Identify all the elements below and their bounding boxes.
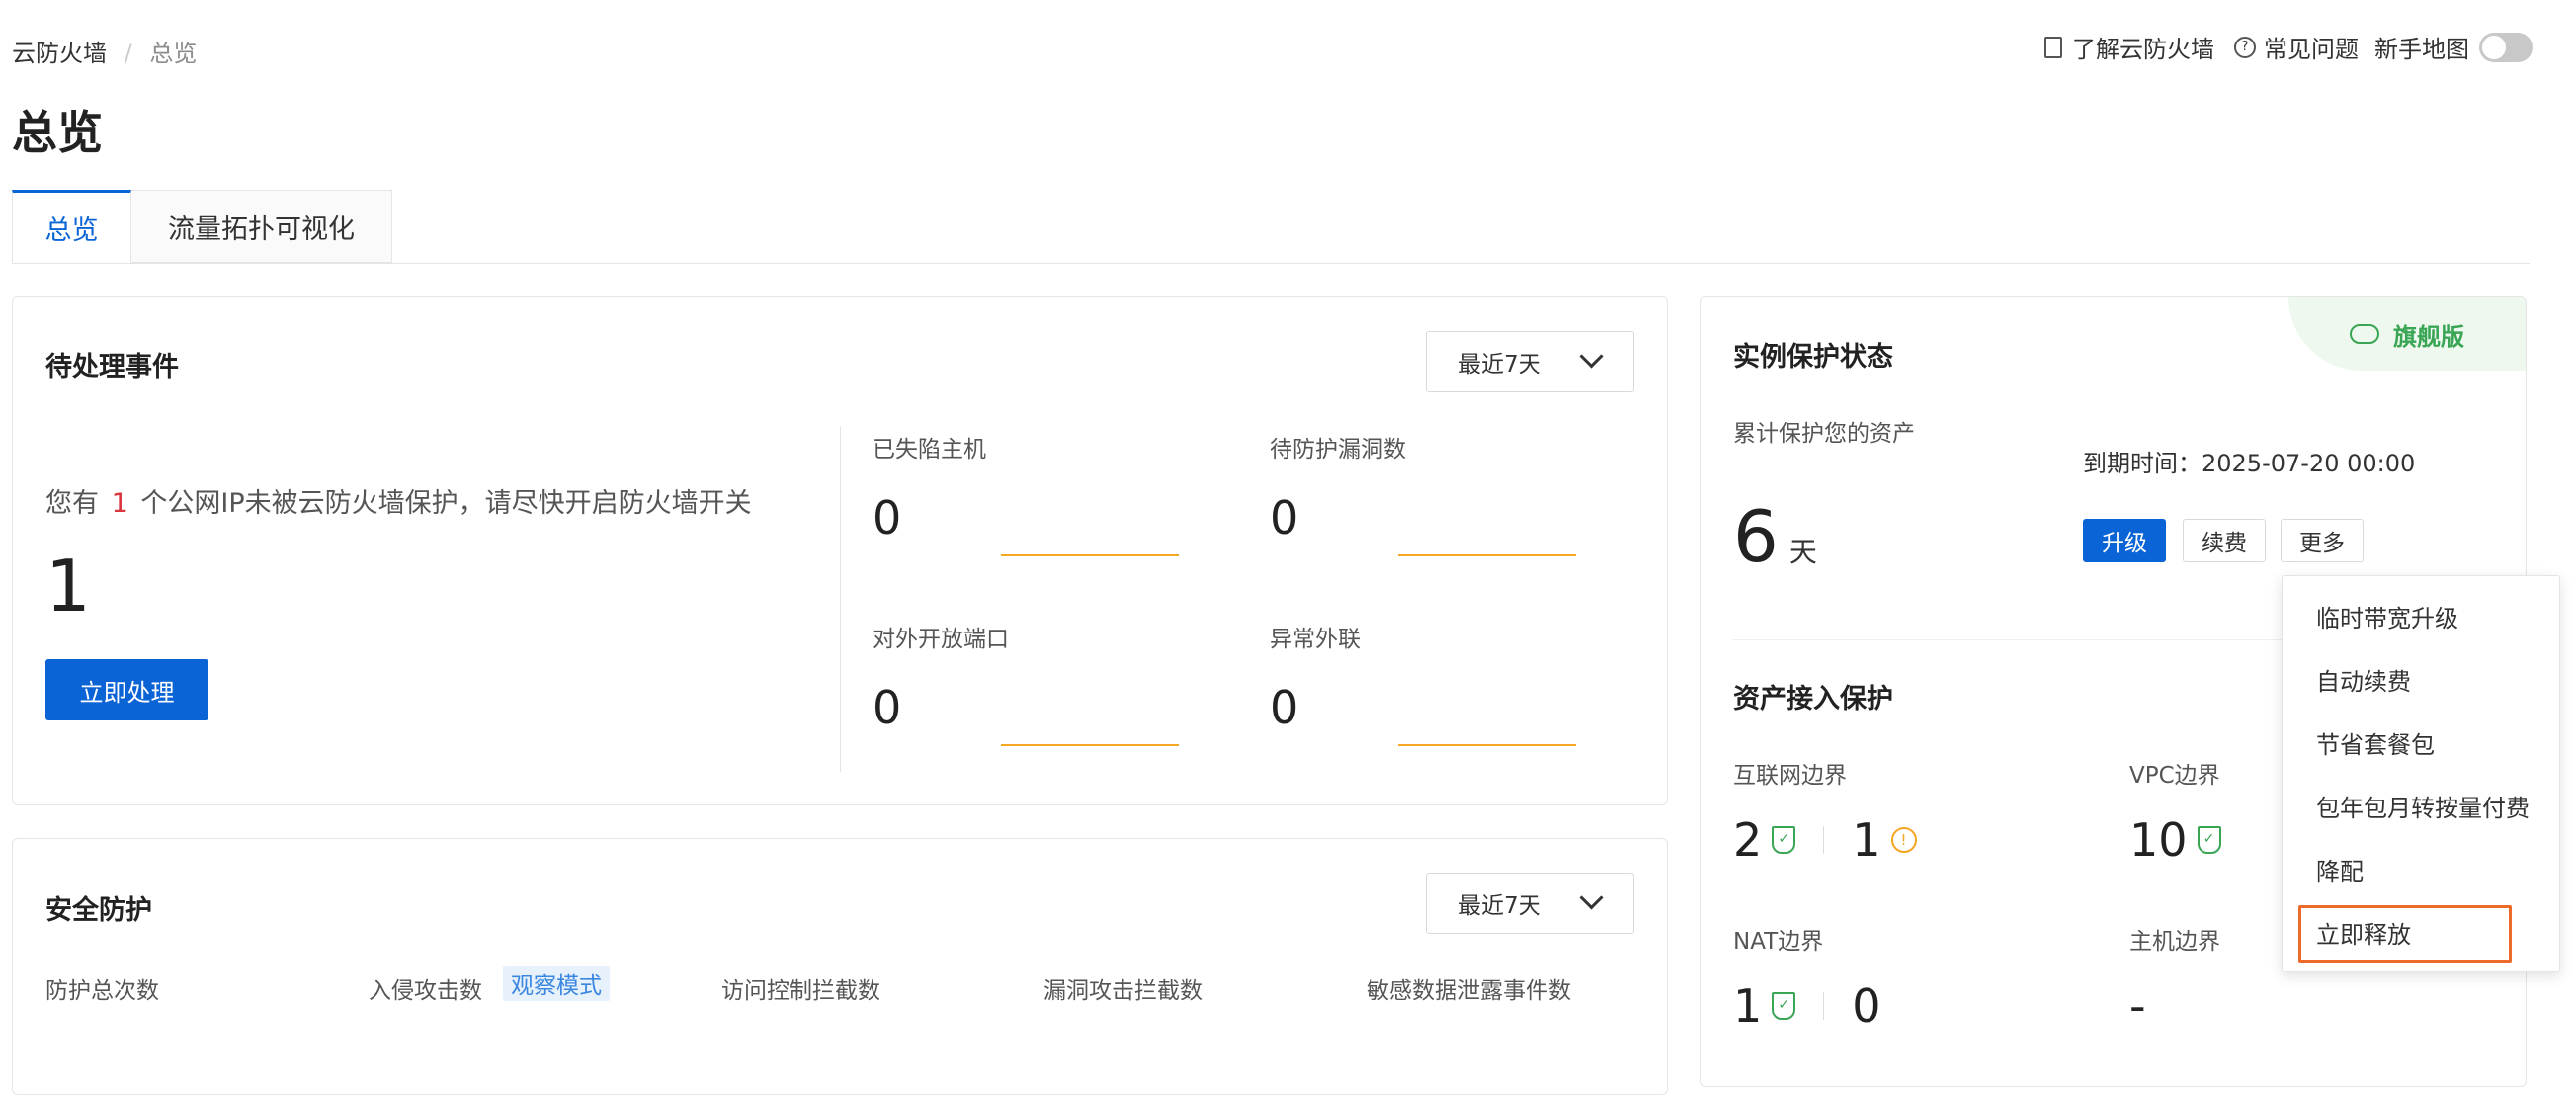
col-access-control-blocks: 访问控制拦截数	[721, 978, 880, 1004]
menu-item-convert-billing[interactable]: 包年包月转按量付费	[2283, 780, 2559, 831]
card-title: 待处理事件	[45, 352, 179, 382]
shield-check-icon: ✓	[2197, 826, 2221, 854]
observe-mode-badge: 观察模式	[503, 966, 610, 1001]
assets-title: 资产接入保护	[1733, 684, 1893, 715]
vertical-divider	[840, 426, 841, 772]
edition-badge: 旗舰版	[2288, 297, 2526, 371]
breadcrumb-separator: /	[124, 40, 132, 67]
metric-value-vulns: 0	[1270, 491, 1299, 545]
vpc-protected-count: 10	[2129, 813, 2188, 867]
card-title: 实例保护状态	[1733, 342, 1893, 373]
sparkline	[1398, 554, 1576, 556]
protected-days: 6 天	[1733, 495, 1817, 578]
upgrade-button[interactable]: 升级	[2083, 519, 2166, 562]
header-links: 了解云防火墙 ? 常见问题 新手地图	[2044, 30, 2533, 64]
highlight-box	[2298, 905, 2512, 963]
range-select[interactable]: 最近7天	[1426, 873, 1634, 934]
col-sensitive-data-leaks: 敏感数据泄露事件数	[1367, 978, 1571, 1004]
sparkline	[1001, 554, 1179, 556]
col-total-protections: 防护总次数	[45, 978, 159, 1004]
breadcrumb-current: 总览	[149, 40, 198, 67]
range-select[interactable]: 最近7天	[1426, 331, 1634, 392]
shield-check-icon: ✓	[1772, 992, 1796, 1020]
faq-link[interactable]: 常见问题	[2264, 30, 2359, 64]
message-count: 1	[111, 488, 128, 519]
help-icon: ?	[2234, 36, 2256, 58]
pending-events-card: 待处理事件 最近7天 您有 1 个公网IP未被云防火墙保护，请尽快开启防火墙开关…	[12, 296, 1668, 805]
more-dropdown-menu: 临时带宽升级 自动续费 节省套餐包 包年包月转按量付费 降配 立即释放	[2282, 575, 2560, 972]
handle-now-button[interactable]: 立即处理	[45, 659, 208, 720]
nat-other-count: 0	[1852, 979, 1881, 1033]
vpc-boundary-values: 10 ✓	[2129, 813, 2221, 867]
menu-item-temp-bandwidth[interactable]: 临时带宽升级	[2283, 590, 2559, 641]
edition-label: 旗舰版	[2393, 322, 2464, 351]
breadcrumb-root[interactable]: 云防火墙	[12, 40, 107, 67]
expiry-info: 到期时间：2025-07-20 00:00	[2083, 444, 2415, 478]
metric-value-abnormal-outbound: 0	[1270, 681, 1299, 734]
cumulative-label: 累计保护您的资产	[1733, 421, 1915, 447]
tab-overview[interactable]: 总览	[12, 190, 131, 263]
security-protection-card: 安全防护 最近7天 防护总次数 入侵攻击数 观察模式 访问控制拦截数 漏洞攻击拦…	[12, 838, 1668, 1095]
vpc-boundary-label: VPC边界	[2129, 763, 2220, 789]
sparkline	[1001, 744, 1179, 746]
expiry-label: 到期时间：	[2083, 450, 2202, 477]
internet-boundary-label: 互联网边界	[1733, 763, 1847, 789]
renew-button[interactable]: 续费	[2183, 519, 2266, 562]
shield-check-icon: ✓	[1772, 826, 1796, 854]
host-boundary-value: -	[2129, 979, 2146, 1033]
value-divider	[1823, 992, 1825, 1020]
value-divider	[1823, 826, 1825, 854]
internet-protected-count: 2	[1733, 813, 1763, 867]
range-value: 最近7天	[1458, 893, 1541, 919]
metric-label-open-ports: 对外开放端口	[873, 627, 1009, 652]
document-icon	[2044, 36, 2062, 58]
expiry-value: 2025-07-20 00:00	[2202, 450, 2416, 477]
card-title: 安全防护	[45, 895, 152, 926]
metric-value-open-ports: 0	[873, 681, 902, 734]
metric-label-compromised: 已失陷主机	[873, 437, 986, 463]
warning-circle-icon: !	[1890, 827, 1917, 853]
nat-protected-count: 1	[1733, 979, 1763, 1033]
tab-label: 流量拓扑可视化	[168, 213, 355, 245]
metric-label-vulns: 待防护漏洞数	[1270, 437, 1406, 463]
sparkline	[1398, 744, 1576, 746]
tab-label: 总览	[44, 215, 99, 246]
toggle-knob	[2482, 35, 2506, 59]
unprotected-count: 1	[45, 545, 91, 628]
chevron-down-icon	[1579, 885, 1604, 910]
col-intrusion-attacks: 入侵攻击数	[369, 978, 482, 1004]
metric-value-compromised: 0	[873, 491, 902, 545]
nat-boundary-label: NAT边界	[1733, 929, 1824, 955]
tab-bar: 总览 流量拓扑可视化	[12, 190, 2530, 264]
chevron-down-icon	[1579, 344, 1604, 369]
unprotected-message: 您有 1 个公网IP未被云防火墙保护，请尽快开启防火墙开关	[45, 481, 752, 520]
learn-link[interactable]: 了解云防火墙	[2072, 30, 2214, 64]
internet-warning-count: 1	[1852, 813, 1881, 867]
guide-label: 新手地图	[2374, 36, 2469, 63]
menu-item-downgrade[interactable]: 降配	[2283, 843, 2559, 894]
col-vuln-attack-blocks: 漏洞攻击拦截数	[1043, 978, 1203, 1004]
cloud-icon	[2350, 324, 2379, 344]
tab-topology[interactable]: 流量拓扑可视化	[131, 190, 392, 263]
message-suffix: 个公网IP未被云防火墙保护，请尽快开启防火墙开关	[140, 488, 752, 519]
message-prefix: 您有	[45, 488, 99, 519]
internet-boundary-values: 2 ✓ 1 !	[1733, 813, 1917, 867]
days-unit: 天	[1788, 536, 1817, 568]
more-button[interactable]: 更多	[2281, 519, 2364, 562]
menu-item-savings-plan[interactable]: 节省套餐包	[2283, 716, 2559, 768]
days-value: 6	[1733, 495, 1779, 578]
guide-toggle[interactable]	[2479, 32, 2533, 62]
menu-item-auto-renew[interactable]: 自动续费	[2283, 653, 2559, 705]
nat-boundary-values: 1 ✓ 0	[1733, 979, 1881, 1033]
breadcrumb: 云防火墙 / 总览	[12, 34, 197, 68]
page-title: 总览	[12, 106, 103, 159]
host-boundary-label: 主机边界	[2129, 929, 2220, 955]
metric-label-abnormal-outbound: 异常外联	[1270, 627, 1361, 652]
range-value: 最近7天	[1458, 352, 1541, 378]
